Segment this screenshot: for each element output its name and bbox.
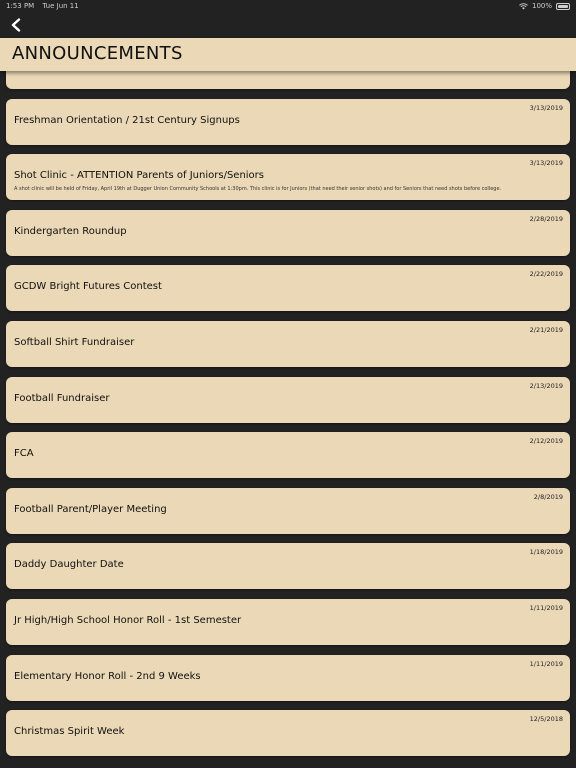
announcement-card[interactable]: 2/21/2019 Softball Shirt Fundraiser [6, 320, 570, 367]
announcement-title: Shot Clinic - ATTENTION Parents of Junio… [14, 170, 264, 182]
announcement-card[interactable]: 3/13/2019 Shot Clinic - ATTENTION Parents… [6, 154, 570, 201]
announcement-title: GCDW Bright Futures Contest [14, 281, 162, 293]
announcement-card[interactable]: 1/11/2019 Jr High/High School Honor Roll … [6, 598, 570, 645]
announcement-title: Elementary Honor Roll - 2nd 9 Weeks [14, 670, 201, 682]
page-title: ANNOUNCEMENTS [12, 43, 183, 64]
announcement-date: 2/13/2019 [529, 381, 563, 390]
status-left: 1:53 PM Tue Jun 11 [6, 0, 85, 12]
announcement-title: Daddy Daughter Date [14, 559, 124, 571]
announcement-title: Softball Shirt Fundraiser [14, 336, 135, 348]
announcement-card[interactable]: 12/5/2018 Christmas Spirit Week [6, 710, 570, 757]
announcement-title: Christmas Spirit Week [14, 726, 125, 738]
nav-bar [0, 12, 576, 38]
announcement-card[interactable]: 2/8/2019 Football Parent/Player Meeting [6, 487, 570, 534]
announcement-card[interactable]: 2/22/2019 GCDW Bright Futures Contest [6, 265, 570, 312]
chevron-left-icon [11, 18, 21, 32]
announcement-date: 2/21/2019 [529, 325, 563, 334]
announcement-title: Football Fundraiser [14, 392, 110, 404]
announcement-card[interactable]: 2/13/2019 Football Fundraiser [6, 376, 570, 423]
announcement-date: 1/11/2019 [529, 603, 563, 612]
announcement-title: Kindergarten Roundup [14, 225, 127, 237]
battery-percent: 100% [531, 2, 552, 10]
announcements-list: Elementary Honor Roll - 3rd 9 Weeks 3/13/… [0, 71, 576, 766]
announcement-date: 3/13/2019 [529, 159, 563, 168]
back-button[interactable] [6, 16, 26, 34]
announcement-date: 3/13/2019 [529, 103, 563, 112]
page-header: ANNOUNCEMENTS [0, 38, 576, 71]
announcement-date: 12/5/2018 [529, 715, 563, 724]
status-date: Tue Jun 11 [42, 2, 79, 10]
announcement-card[interactable]: 1/11/2019 Elementary Honor Roll - 2nd 9 W… [6, 654, 570, 701]
announcement-title: Football Parent/Player Meeting [14, 503, 167, 515]
announcement-card[interactable]: 3/13/2019 Freshman Orientation / 21st Cen… [6, 98, 570, 145]
status-bar: 1:53 PM Tue Jun 11 100% [0, 0, 576, 12]
announcement-card[interactable]: 2/12/2019 FCA [6, 432, 570, 479]
status-time: 1:53 PM [6, 2, 35, 10]
announcement-date: 1/18/2019 [529, 548, 563, 557]
status-right: 100% [519, 0, 570, 12]
battery-icon [556, 2, 570, 10]
announcements-list-viewport[interactable]: Elementary Honor Roll - 3rd 9 Weeks 3/13/… [0, 71, 576, 768]
announcement-date: 2/8/2019 [533, 492, 563, 501]
announcement-date: 1/11/2019 [529, 659, 563, 668]
announcement-title: Freshman Orientation / 21st Century Sign… [14, 114, 240, 126]
announcement-date: 2/12/2019 [529, 437, 563, 446]
announcement-title: FCA [14, 448, 34, 460]
announcement-date: 2/22/2019 [529, 270, 563, 279]
announcement-date: 2/28/2019 [529, 214, 563, 223]
wifi-icon [519, 2, 528, 9]
announcement-body: A shot clinic will be held of Friday, Ap… [14, 186, 502, 193]
announcement-card[interactable]: 2/28/2019 Kindergarten Roundup [6, 209, 570, 256]
announcement-card[interactable]: Elementary Honor Roll - 3rd 9 Weeks [6, 71, 570, 89]
announcement-card[interactable]: 1/18/2019 Daddy Daughter Date [6, 543, 570, 590]
announcement-title: Jr High/High School Honor Roll - 1st Sem… [14, 614, 242, 626]
